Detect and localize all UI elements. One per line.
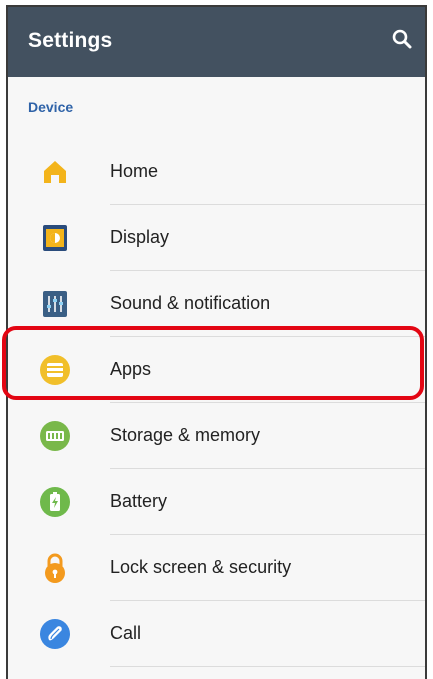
settings-item-label: Battery bbox=[110, 491, 168, 511]
settings-item-sound-notification[interactable]: Sound & notification bbox=[8, 271, 425, 337]
settings-item-label: Sound & notification bbox=[110, 293, 271, 313]
settings-screen: Settings Device Home Display Sound & not… bbox=[6, 5, 427, 679]
settings-item-home[interactable]: Home bbox=[8, 139, 425, 205]
settings-item-storage-memory[interactable]: Storage & memory bbox=[8, 403, 425, 469]
settings-item-label: Home bbox=[110, 161, 159, 181]
settings-item-call[interactable]: Call bbox=[8, 601, 425, 667]
app-bar: Settings bbox=[8, 7, 425, 77]
settings-item-label: Display bbox=[110, 227, 170, 247]
divider bbox=[110, 666, 425, 667]
battery-icon bbox=[38, 485, 72, 519]
lock-icon bbox=[38, 551, 72, 585]
display-icon bbox=[38, 221, 72, 255]
storage-icon bbox=[38, 419, 72, 453]
settings-item-label: Call bbox=[110, 623, 142, 643]
section-header-device: Device bbox=[28, 99, 74, 115]
call-icon bbox=[38, 617, 72, 651]
sound-icon bbox=[38, 287, 72, 321]
search-button[interactable] bbox=[387, 25, 417, 55]
home-icon bbox=[38, 155, 72, 189]
apps-icon bbox=[38, 353, 72, 387]
settings-item-battery[interactable]: Battery bbox=[8, 469, 425, 535]
settings-item-lock-screen-security[interactable]: Lock screen & security bbox=[8, 535, 425, 601]
settings-item-label: Lock screen & security bbox=[110, 557, 292, 577]
settings-item-label: Storage & memory bbox=[110, 425, 261, 445]
search-icon bbox=[392, 29, 412, 49]
settings-item-label: Apps bbox=[110, 359, 152, 379]
page-title: Settings bbox=[28, 29, 113, 52]
settings-item-apps[interactable]: Apps bbox=[8, 337, 425, 403]
settings-item-display[interactable]: Display bbox=[8, 205, 425, 271]
